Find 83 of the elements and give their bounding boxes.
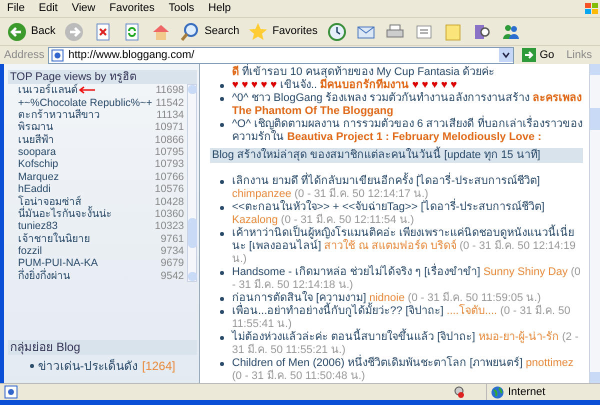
menu-item[interactable]: View [64,0,102,17]
post-count: [1264] [142,358,176,375]
go-arrow-icon [522,48,536,62]
arrow-mark-icon [78,86,96,94]
ie-page-icon [4,385,18,399]
menu-item[interactable]: Edit [32,0,65,17]
view-count: 11134 [156,108,184,121]
view-count: 10795 [154,146,184,158]
blog-link[interactable]: Marquez [18,170,59,183]
view-count: 10971 [154,121,184,134]
bullet-icon [220,97,224,101]
view-count: 11542 [156,96,184,109]
view-count: 9542 [160,270,184,282]
zone-label: Internet [508,384,546,400]
address-label: Address [4,48,44,63]
bullet-icon [30,364,34,368]
bullet-icon [220,180,224,184]
blog-entry[interactable]: เค้าหาว่านิดเป็นผู้หญิงโรแมนติคอ่ะ เพียงเพราะแค่นิดชอบดูหนังแนวนี้เนี่ยนะ [เพลงออนไลน์] สาวใช้ ณ สแตมฟอร์ด บริดจ์ (0 - 31 มี.ค. 50 12:14:19 น.) [232,227,589,266]
note-icon [442,22,463,42]
blog-link[interactable]: PUM-PUI-NA-KA [18,257,98,270]
view-count: 11698 [156,84,184,96]
view-count: 9734 [160,245,184,258]
view-count: 10866 [154,134,184,146]
view-count: 10323 [154,220,184,232]
blocked-icon [452,385,466,399]
go-button[interactable]: Go [518,46,558,64]
blog-link[interactable]: Kofschip [18,158,58,170]
bullet-icon [220,297,224,301]
favorites-button[interactable]: Favorites [245,20,321,44]
section-title: TOP Page views by ทรูฮิต [8,70,197,84]
blog-link[interactable]: พิรฌาน [18,121,53,134]
blog-link[interactable]: fozzil [18,245,42,258]
bullet-icon [220,84,224,88]
view-count: 10428 [154,196,184,208]
blog-link[interactable]: เนเวอร์แลนด์ [18,84,78,96]
menu-item[interactable]: Help [201,0,238,17]
menu-item[interactable]: File [0,0,32,17]
back-button[interactable]: Back [4,20,58,44]
ie-page-icon [51,48,64,62]
bullet-icon [220,206,224,210]
scroll-thumb[interactable] [590,108,600,130]
blog-link[interactable]: hEaddi [18,183,51,196]
search-button[interactable]: Search [177,20,242,44]
view-count: 9761 [160,232,184,245]
blog-entry[interactable]: Children of Men (2006) หนึ่งชีวิตเดิมพันชะตาโลก [ภาพยนตร์] pnottimez (0 - 31 มี.ค. 50 11:50:48 น.) [232,357,589,383]
section-title: Blog สร้างใหม่ล่าสุด ของสมาชิกแต่ละคนในวันนี้ [update ทุก 15 นาที] [210,148,583,163]
view-count: 9679 [160,257,184,270]
menu-item[interactable]: Tools [162,0,202,17]
menu-item[interactable]: Favorites [102,0,162,17]
bullet-icon [220,362,224,366]
windows-logo-icon [584,2,600,16]
blog-link[interactable]: +~%Chocolate Republic%~+ [18,96,152,109]
blog-link[interactable]: soopara [18,146,56,158]
star-icon [248,22,268,42]
scroll-up-icon[interactable] [188,85,196,94]
bullet-icon [220,336,224,340]
history-icon [326,22,347,42]
bullet-icon [220,232,224,236]
blog-link[interactable]: เนยสีฟ้า [18,134,54,146]
blog-link[interactable]: เจ้าชายในนิยาย [18,232,90,245]
view-count: 10360 [154,208,184,220]
bullet-icon [220,123,224,127]
blog-link[interactable]: ตะกร้าหวานสีขาว [18,108,100,121]
news-item[interactable]: ดี ที่เข้ารอบ 10 คนสุดท้ายของ My Cup Fantasia ด้วยค่ะ [232,66,589,79]
news-item[interactable]: ^O^ เชิญติดตามผลงาน การรวมตัวของ 6 สาวเสียงดี ที่บอกเล่าเรื่องราวของความรักใน Beautiva Project 1 : February Melodiously Love : [232,118,589,144]
scroll-down-icon[interactable] [188,272,196,281]
blog-entry[interactable]: Handsome - เกิดมาหล่อ ช่วยไม่ได้จริง ๆ [เรื่องขำขำ] Sunny Shiny Day (0 - 31 มี.ค. 50 12:14:18 น.) [232,266,589,292]
blog-link[interactable]: กึ่งยิ่งกึ่งผ่าน [18,270,70,282]
search-icon [180,22,200,42]
blog-link[interactable]: โอน่าจอมซ่าส์ [18,196,81,208]
section-title: กลุ่มย่อย Blog [8,340,197,355]
news-item[interactable]: ♥ ♥ ♥ ♥ ♥ เขินจัง.. มีคนบอกรักทีมงาน ♥ ♥ ♥ ♥ ♥ [232,79,589,92]
category-link[interactable]: ข่าวเด่น-ประเด็นดัง [38,357,138,375]
globe-icon [491,386,504,398]
blog-link[interactable]: นี่มันอะไรกันจะงั้นน่ะ [18,208,112,220]
blog-link[interactable]: tuniez83 [18,220,58,232]
scroll-thumb[interactable] [188,218,196,248]
view-count: 10766 [154,170,184,183]
bullet-icon [220,310,224,314]
bullet-icon [220,271,224,275]
view-count: 10576 [154,183,184,196]
address-field[interactable]: http://www.bloggang.com/ [48,46,514,64]
view-count: 10793 [154,158,184,170]
